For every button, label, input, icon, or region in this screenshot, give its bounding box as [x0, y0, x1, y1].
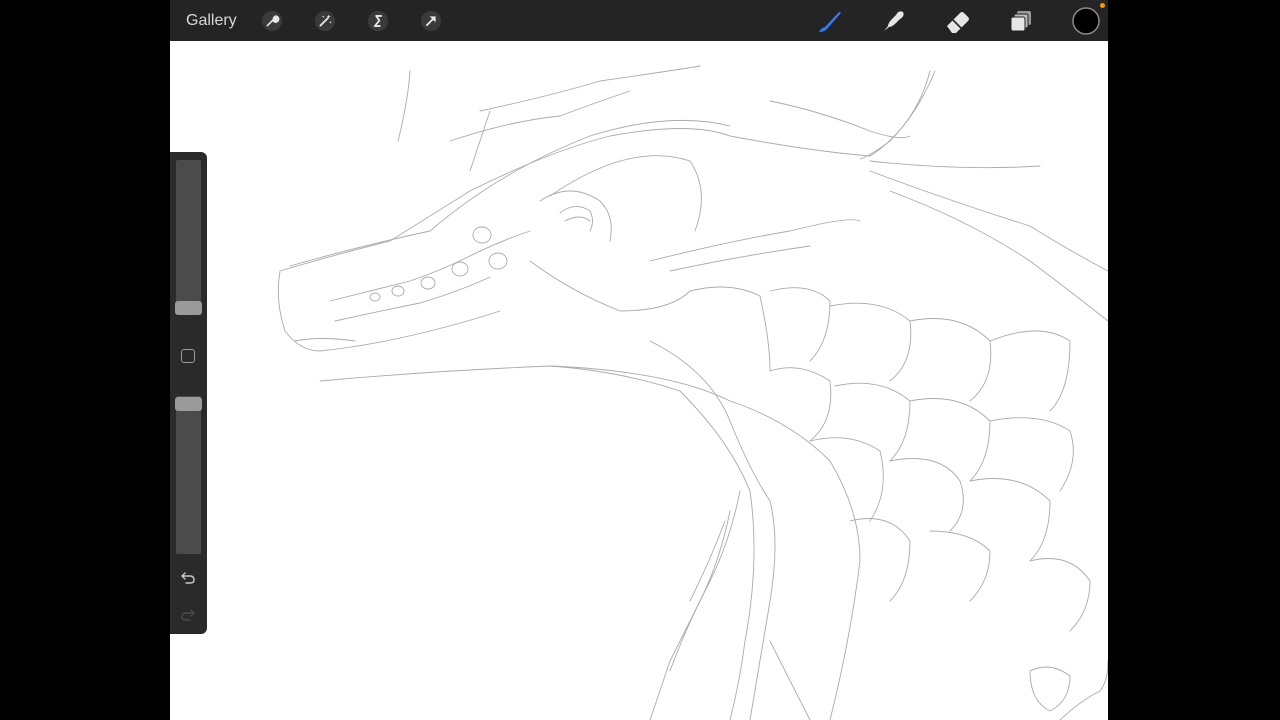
modify-square-icon[interactable] — [181, 349, 195, 363]
top-toolbar: Gallery — [170, 0, 1108, 41]
dragon-sketch — [277, 65, 1108, 720]
side-bar — [170, 152, 207, 634]
color-swatch-button[interactable] — [1070, 5, 1102, 37]
eraser-icon[interactable] — [942, 5, 974, 37]
drawing-canvas[interactable] — [170, 41, 1108, 720]
gallery-button[interactable]: Gallery — [186, 12, 237, 30]
actions-wrench-icon[interactable] — [256, 5, 288, 37]
opacity-slider[interactable] — [176, 396, 201, 554]
letterbox-left — [0, 0, 170, 720]
letterbox-right — [1108, 0, 1280, 720]
adjustments-wand-icon[interactable] — [309, 5, 341, 37]
layers-icon[interactable] — [1006, 5, 1038, 37]
selection-s-icon[interactable] — [362, 5, 394, 37]
brush-size-thumb[interactable] — [175, 301, 202, 315]
brush-size-slider[interactable] — [176, 160, 201, 314]
notification-dot — [1100, 3, 1105, 8]
redo-icon[interactable] — [178, 605, 198, 625]
opacity-thumb[interactable] — [175, 397, 202, 411]
brush-icon[interactable] — [814, 5, 846, 37]
procreate-app: Gallery — [170, 0, 1108, 720]
smudge-icon[interactable] — [878, 5, 910, 37]
transform-arrow-icon[interactable] — [415, 5, 447, 37]
undo-icon[interactable] — [178, 568, 198, 588]
